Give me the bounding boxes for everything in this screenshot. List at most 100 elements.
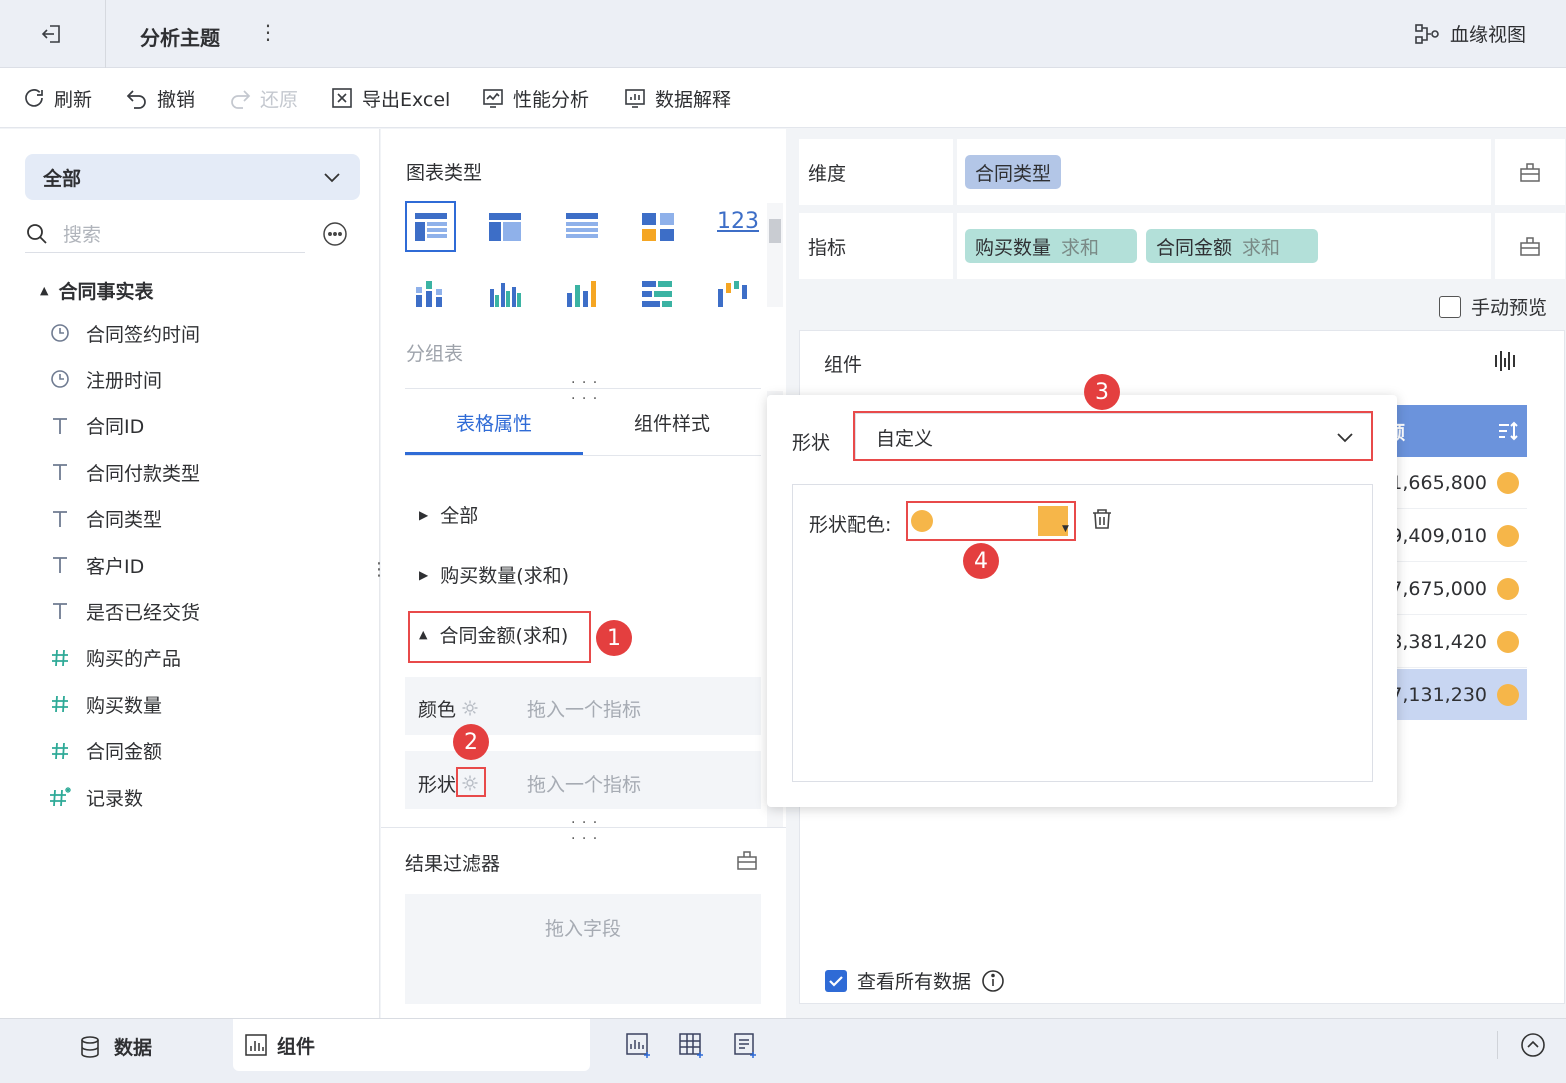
table-node[interactable]: ▲ 合同事实表 — [40, 277, 153, 304]
shape-color-label: 形状配色: — [809, 514, 892, 536]
dimension-chip[interactable]: 合同类型 — [965, 155, 1062, 189]
field-item[interactable]: 购买的产品 — [48, 640, 181, 676]
circle-shape-icon — [1497, 683, 1519, 706]
redo-icon — [228, 86, 252, 110]
tab-data[interactable]: 数据 — [78, 1033, 152, 1060]
field-item[interactable]: 客户ID — [48, 547, 144, 583]
field-item[interactable]: 合同签约时间 — [48, 315, 200, 351]
expand-triangle-icon: ▶ — [419, 567, 429, 582]
field-item[interactable]: 记录数 — [48, 779, 143, 815]
collapse-triangle-icon: ▲ — [40, 284, 49, 297]
chart-type-number[interactable]: 123 — [717, 209, 759, 234]
field-label: 合同付款类型 — [86, 462, 201, 485]
refresh-button[interactable]: 刷新 — [22, 68, 92, 128]
popup-shape-label: 形状 — [792, 432, 831, 454]
export-excel-button[interactable]: 导出Excel — [330, 68, 450, 128]
field-item[interactable]: 合同付款类型 — [48, 454, 200, 490]
toolbar: 刷新 撤销 还原 导出Excel 性能分析 数据解释 — [0, 68, 1566, 128]
chart-type-horizontal-bar[interactable] — [642, 281, 674, 307]
manual-preview-toggle[interactable]: 手动预览 — [1439, 293, 1547, 320]
circle-shape-icon — [1497, 471, 1519, 494]
collapse-up-icon[interactable] — [1520, 1032, 1546, 1058]
filter-drop-zone[interactable]: 拖入字段 — [405, 894, 761, 1004]
tab-component[interactable]: 组件 — [233, 1019, 590, 1071]
field-item[interactable]: 购买数量 — [48, 686, 162, 722]
add-crosstab-icon[interactable] — [678, 1032, 706, 1060]
field-item[interactable]: 合同类型 — [48, 501, 162, 537]
metric-clear-cell[interactable] — [1495, 213, 1565, 279]
group-purchase-qty-sum[interactable]: ▶ 购买数量(求和) — [419, 561, 569, 588]
dimension-drop-area[interactable]: 合同类型 — [957, 139, 1491, 205]
lineage-view-button[interactable]: 血缘视图 — [1414, 20, 1526, 47]
chart-type-crosstab[interactable] — [489, 213, 521, 241]
shape-drop-placeholder: 拖入一个指标 — [527, 774, 642, 796]
chart-type-grouped-bar[interactable] — [489, 281, 521, 307]
chart-type-grouped-table[interactable] — [405, 201, 456, 252]
group-all[interactable]: ▶ 全部 — [419, 501, 478, 528]
color-drop-placeholder: 拖入一个指标 — [527, 699, 642, 721]
field-label: 合同ID — [86, 416, 145, 439]
undo-button[interactable]: 撤销 — [125, 68, 195, 128]
dimension-label-cell: 维度 — [799, 139, 953, 205]
exit-icon[interactable] — [40, 22, 64, 46]
manual-preview-checkbox[interactable] — [1439, 295, 1461, 318]
chart-settings-icon[interactable] — [1493, 349, 1517, 373]
performance-analysis-button[interactable]: 性能分析 — [481, 68, 589, 128]
text-type-icon — [48, 601, 72, 621]
field-label: 记录数 — [86, 787, 144, 810]
scope-select[interactable]: 全部 — [25, 154, 360, 200]
sort-icon[interactable] — [1497, 420, 1519, 442]
chart-type-scrollbar[interactable] — [767, 203, 783, 307]
text-type-icon — [48, 416, 72, 436]
chart-type-bar[interactable] — [566, 281, 598, 307]
splitter-handle[interactable]: · · · · · · — [571, 375, 598, 407]
data-explain-button[interactable]: 数据解释 — [623, 68, 731, 128]
add-detail-table-icon[interactable] — [731, 1032, 759, 1060]
view-all-data-toggle[interactable]: 查看所有数据 — [825, 967, 1005, 994]
metric-chip-purchase-qty[interactable]: 购买数量 求和 — [965, 229, 1137, 263]
tab-component-style[interactable]: 组件样式 — [583, 409, 761, 436]
chart-type-stacked-bar[interactable] — [414, 281, 446, 307]
clear-icon — [1519, 161, 1541, 183]
more-options-icon[interactable] — [322, 221, 348, 247]
expand-triangle-icon: ▶ — [419, 507, 429, 522]
tab-table-properties[interactable]: 表格属性 — [405, 409, 583, 436]
chart-type-kpi-card[interactable] — [642, 213, 674, 241]
add-chart-icon[interactable] — [625, 1032, 653, 1060]
page-title: 分析主题 — [140, 26, 220, 50]
undo-icon — [125, 86, 149, 110]
metric-chip-contract-amount[interactable]: 合同金额 求和 — [1146, 229, 1318, 263]
field-label: 合同类型 — [86, 509, 163, 532]
more-icon[interactable]: ⋮ — [258, 20, 278, 44]
field-label: 客户ID — [86, 555, 145, 578]
highlight-box-shape-gear — [456, 767, 486, 797]
field-search-input[interactable]: 搜索 — [25, 215, 305, 253]
metric-drop-area[interactable]: 购买数量 求和 合同金额 求和 — [957, 213, 1491, 279]
info-icon[interactable] — [981, 969, 1005, 993]
clear-icon[interactable] — [736, 849, 758, 871]
delete-icon[interactable] — [1090, 507, 1114, 531]
number-type-icon — [48, 648, 72, 668]
chart-type-title: 图表类型 — [406, 162, 483, 184]
field-item[interactable]: 合同金额 — [48, 733, 162, 769]
splitter-handle[interactable]: · · · · · · — [571, 815, 598, 847]
annotation-badge-1: 1 — [596, 620, 632, 656]
field-label: 注册时间 — [86, 369, 163, 392]
view-all-checkbox[interactable] — [825, 969, 847, 992]
clock-icon — [48, 369, 72, 389]
dimension-clear-cell[interactable] — [1495, 139, 1565, 205]
color-label: 颜色 — [418, 699, 457, 721]
field-item[interactable]: 注册时间 — [48, 361, 162, 397]
shape-label: 形状 — [418, 774, 457, 796]
chart-type-detail-table[interactable] — [566, 213, 598, 241]
circle-shape-icon — [1497, 630, 1519, 653]
field-label: 购买数量 — [86, 694, 163, 717]
field-item[interactable]: 合同ID — [48, 408, 144, 444]
chart-type-waterfall[interactable] — [717, 281, 749, 307]
result-filter-title: 结果过滤器 — [405, 853, 501, 875]
clear-icon — [1519, 235, 1541, 257]
field-item[interactable]: 是否已经交货 — [48, 593, 200, 629]
gear-icon[interactable] — [461, 699, 479, 717]
redo-button[interactable]: 还原 — [228, 68, 298, 128]
circle-shape-icon — [1497, 524, 1519, 547]
